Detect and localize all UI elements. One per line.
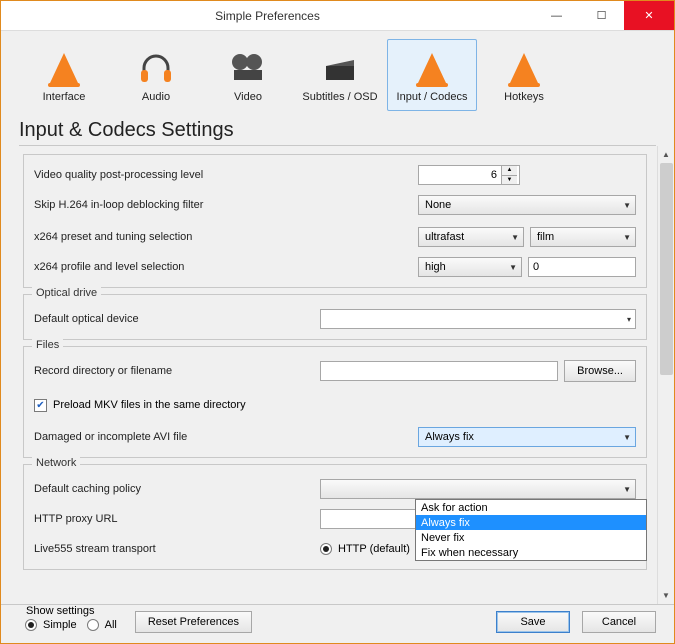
quality-input[interactable]	[419, 166, 501, 184]
checkbox-icon: ✔	[34, 399, 47, 412]
combo-value: ultrafast	[425, 231, 464, 243]
show-settings-group: Show settings Simple All	[19, 613, 123, 633]
cone-icon	[43, 47, 85, 89]
caching-label: Default caching policy	[34, 483, 314, 495]
radio-label: All	[105, 619, 117, 631]
film-icon	[227, 47, 269, 89]
radio-label: Simple	[43, 619, 77, 631]
record-label: Record directory or filename	[34, 365, 314, 377]
radio-label: HTTP (default)	[338, 543, 410, 555]
chevron-down-icon: ▼	[623, 201, 631, 210]
spinner-down-icon[interactable]: ▼	[502, 175, 517, 185]
optical-group: Optical drive Default optical device ▾	[23, 294, 647, 340]
tab-label: Input / Codecs	[397, 91, 468, 103]
show-settings-label: Show settings	[23, 605, 97, 617]
tab-interface[interactable]: Interface	[19, 39, 109, 111]
footer: Show settings Simple All Reset Preferenc…	[1, 604, 674, 643]
scroll-up-icon[interactable]: ▲	[658, 146, 675, 163]
vertical-scrollbar[interactable]: ▲ ▼	[657, 146, 674, 604]
avi-label: Damaged or incomplete AVI file	[34, 431, 314, 443]
tab-audio[interactable]: Audio	[111, 39, 201, 111]
tab-video[interactable]: Video	[203, 39, 293, 111]
avi-option[interactable]: Ask for action	[416, 500, 646, 515]
caching-combo[interactable]: ▼	[320, 479, 636, 499]
tab-hotkeys[interactable]: Hotkeys	[479, 39, 569, 111]
codec-group: Video quality post-processing level ▲▼ S…	[23, 154, 647, 288]
avi-option[interactable]: Fix when necessary	[416, 545, 646, 560]
page-title: Input & Codecs Settings	[1, 115, 674, 142]
scroll-track[interactable]	[658, 163, 675, 587]
files-group: Files Record directory or filename Brows…	[23, 346, 647, 458]
headphones-icon	[135, 47, 177, 89]
optical-device-combo[interactable]: ▾	[320, 309, 636, 329]
tab-label: Interface	[43, 91, 86, 103]
avi-option[interactable]: Always fix	[416, 515, 646, 530]
record-input[interactable]	[320, 361, 558, 381]
group-legend: Network	[32, 457, 80, 469]
x264-preset-label: x264 preset and tuning selection	[34, 231, 314, 243]
minimize-button[interactable]: —	[534, 1, 579, 30]
tab-label: Video	[234, 91, 262, 103]
combo-value: None	[425, 199, 451, 211]
chevron-down-icon: ▾	[627, 315, 631, 324]
combo-value: high	[425, 261, 446, 273]
clapper-icon	[319, 47, 361, 89]
quality-label: Video quality post-processing level	[34, 169, 314, 181]
preload-checkbox[interactable]: ✔ Preload MKV files in the same director…	[34, 399, 246, 412]
reset-button[interactable]: Reset Preferences	[135, 611, 252, 633]
radio-icon	[87, 619, 99, 631]
optical-device-label: Default optical device	[34, 313, 314, 325]
chevron-down-icon: ▼	[623, 233, 631, 242]
cone-icon	[503, 47, 545, 89]
window-title: Simple Preferences	[1, 9, 534, 23]
group-legend: Optical drive	[32, 287, 101, 299]
scroll-thumb[interactable]	[660, 163, 673, 375]
x264-level-input[interactable]	[528, 257, 636, 277]
checkbox-label: Preload MKV files in the same directory	[53, 399, 246, 411]
x264-profile-label: x264 profile and level selection	[34, 261, 314, 273]
chevron-down-icon: ▼	[509, 263, 517, 272]
x264-tune-combo[interactable]: film ▼	[530, 227, 636, 247]
save-button[interactable]: Save	[496, 611, 570, 633]
avi-dropdown-list: Ask for action Always fix Never fix Fix …	[415, 499, 647, 561]
chevron-down-icon: ▼	[623, 433, 631, 442]
radio-icon	[25, 619, 37, 631]
cone-wrench-icon	[411, 47, 453, 89]
group-legend: Files	[32, 339, 63, 351]
spinner-up-icon[interactable]: ▲	[502, 166, 517, 175]
cancel-button[interactable]: Cancel	[582, 611, 656, 633]
chevron-down-icon: ▼	[511, 233, 519, 242]
titlebar-buttons: — ☐ ✕	[534, 1, 674, 30]
titlebar: Simple Preferences — ☐ ✕	[1, 1, 674, 31]
combo-value: film	[537, 231, 554, 243]
tab-label: Subtitles / OSD	[302, 91, 377, 103]
window: Simple Preferences — ☐ ✕ Interface Audio…	[0, 0, 675, 644]
all-radio[interactable]: All	[87, 619, 117, 631]
scroll-down-icon[interactable]: ▼	[658, 587, 675, 604]
browse-button[interactable]: Browse...	[564, 360, 636, 382]
avi-option[interactable]: Never fix	[416, 530, 646, 545]
maximize-button[interactable]: ☐	[579, 1, 624, 30]
live555-label: Live555 stream transport	[34, 543, 314, 555]
tab-label: Audio	[142, 91, 170, 103]
avi-combo[interactable]: Always fix ▼	[418, 427, 636, 447]
skip-combo[interactable]: None ▼	[418, 195, 636, 215]
chevron-down-icon: ▼	[623, 485, 631, 494]
radio-icon	[320, 543, 332, 555]
close-button[interactable]: ✕	[624, 1, 674, 30]
proxy-label: HTTP proxy URL	[34, 513, 314, 525]
quality-spinner[interactable]: ▲▼	[418, 165, 520, 185]
tab-subtitles[interactable]: Subtitles / OSD	[295, 39, 385, 111]
tab-input-codecs[interactable]: Input / Codecs	[387, 39, 477, 111]
x264-preset-combo[interactable]: ultrafast ▼	[418, 227, 524, 247]
simple-radio[interactable]: Simple	[25, 619, 77, 631]
combo-value: Always fix	[425, 431, 474, 443]
x264-profile-combo[interactable]: high ▼	[418, 257, 522, 277]
category-toolbar: Interface Audio Video Subtitles / OSD In…	[1, 31, 674, 115]
skip-label: Skip H.264 in-loop deblocking filter	[34, 199, 314, 211]
tab-label: Hotkeys	[504, 91, 544, 103]
